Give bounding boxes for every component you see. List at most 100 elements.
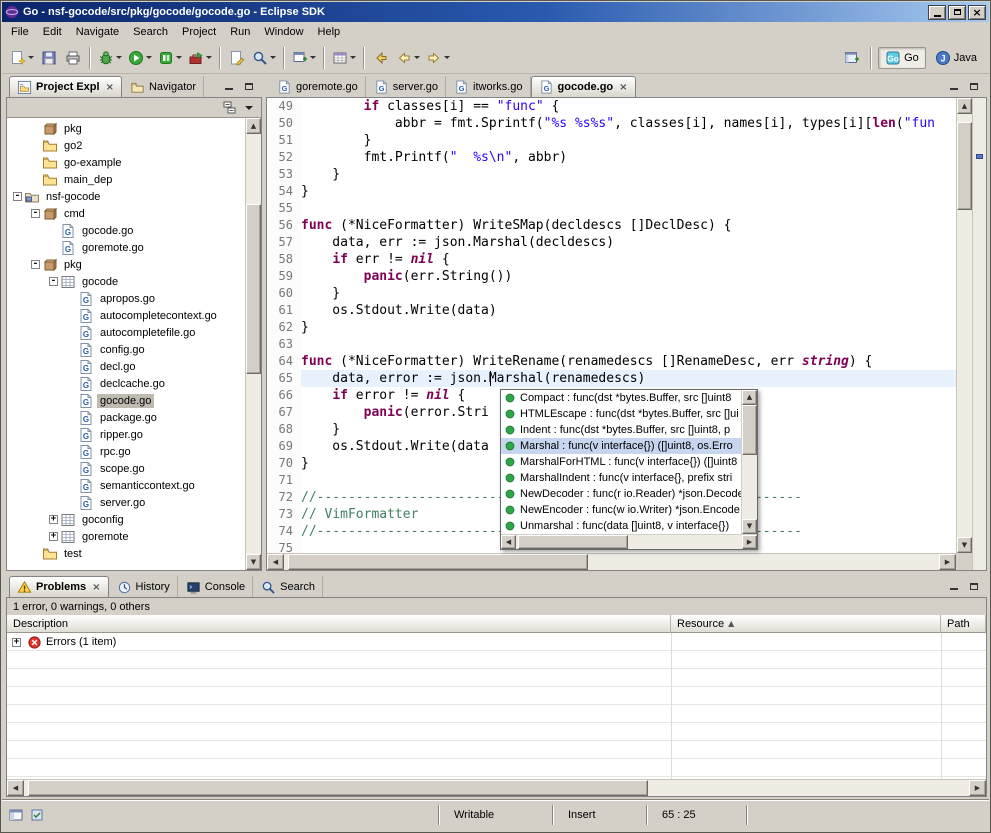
- scroll-thumb[interactable]: [288, 554, 588, 570]
- problems-row[interactable]: +Errors (1 item): [7, 633, 986, 651]
- perspective-java-button[interactable]: JJava: [928, 47, 984, 69]
- collapse-icon[interactable]: -: [31, 209, 40, 218]
- scroll-right-icon[interactable]: ▶: [742, 535, 757, 549]
- tree-item-apropos-go[interactable]: Gapropos.go: [7, 290, 245, 307]
- tree-item-package-go[interactable]: Gpackage.go: [7, 409, 245, 426]
- menu-file[interactable]: File: [4, 23, 36, 41]
- tree-item-pkg[interactable]: -pkg: [7, 256, 245, 273]
- tree-item-go-example[interactable]: go-example: [7, 154, 245, 171]
- tree-item-go2[interactable]: go2: [7, 137, 245, 154]
- column-header-path[interactable]: Path: [941, 615, 986, 633]
- restore-button[interactable]: [948, 5, 966, 20]
- tree-item-config-go[interactable]: Gconfig.go: [7, 341, 245, 358]
- menu-run[interactable]: Run: [223, 23, 257, 41]
- collapse-icon[interactable]: -: [49, 277, 58, 286]
- tree-item-declcache-go[interactable]: Gdeclcache.go: [7, 375, 245, 392]
- tree-item-server-go[interactable]: Gserver.go: [7, 494, 245, 511]
- tree-item-autocompletefile-go[interactable]: Gautocompletefile.go: [7, 324, 245, 341]
- tree-item-rpc-go[interactable]: Grpc.go: [7, 443, 245, 460]
- run-button[interactable]: [125, 46, 155, 70]
- new-wizard-button[interactable]: [7, 46, 37, 70]
- scroll-track[interactable]: [24, 780, 969, 796]
- open-task-button[interactable]: [289, 46, 319, 70]
- overview-ruler[interactable]: [972, 98, 986, 570]
- tree-item-gocode-go[interactable]: Ggocode.go: [7, 392, 245, 409]
- column-header-resource[interactable]: Resource▲: [671, 615, 941, 633]
- menu-help[interactable]: Help: [311, 23, 348, 41]
- view-tab-search[interactable]: Search: [253, 576, 323, 597]
- editor-tab-server-go[interactable]: Gserver.go: [366, 76, 446, 97]
- view-tab-problems[interactable]: Problems×: [9, 576, 109, 597]
- autocomplete-item-unmarshal[interactable]: Unmarshal : func(data []uint8, v interfa…: [501, 518, 741, 534]
- tree-item-test[interactable]: test: [7, 545, 245, 562]
- view-tab-console[interactable]: Console: [178, 576, 253, 597]
- save-button[interactable]: [37, 46, 61, 70]
- tree-item-scope-go[interactable]: Gscope.go: [7, 460, 245, 477]
- autocomplete-horizontal-scrollbar[interactable]: ◀ ▶: [501, 534, 757, 549]
- tree-item-goconfig[interactable]: +goconfig: [7, 511, 245, 528]
- tree-item-pkg[interactable]: pkg: [7, 120, 245, 137]
- scroll-up-icon[interactable]: ▲: [246, 118, 261, 134]
- scroll-right-icon[interactable]: ▶: [939, 554, 956, 570]
- scroll-track[interactable]: [516, 535, 742, 549]
- view-tab-navigator[interactable]: Navigator: [122, 76, 204, 97]
- autocomplete-item-marshalindent[interactable]: MarshalIndent : func(v interface{}, pref…: [501, 470, 741, 486]
- autocomplete-item-newencoder[interactable]: NewEncoder : func(w io.Writer) *json.Enc…: [501, 502, 741, 518]
- editor-tab-gocode-go[interactable]: Ggocode.go×: [531, 76, 636, 97]
- fast-view-icon[interactable]: [8, 807, 24, 823]
- maximize-editor-button[interactable]: [966, 79, 982, 93]
- expand-icon[interactable]: +: [49, 532, 58, 541]
- forward-button[interactable]: [423, 46, 453, 70]
- close-tab-icon[interactable]: ×: [619, 82, 627, 93]
- scroll-left-icon[interactable]: ◀: [501, 535, 516, 549]
- menu-window[interactable]: Window: [257, 23, 310, 41]
- tree-item-goremote[interactable]: +goremote: [7, 528, 245, 545]
- expand-icon[interactable]: +: [12, 638, 21, 647]
- minimize-button[interactable]: [928, 5, 946, 20]
- scroll-up-icon[interactable]: ▲: [957, 98, 972, 114]
- scroll-left-icon[interactable]: ◀: [267, 554, 284, 570]
- explorer-vertical-scrollbar[interactable]: ▲ ▼: [245, 118, 261, 570]
- scroll-down-icon[interactable]: ▼: [742, 519, 757, 534]
- scroll-right-icon[interactable]: ▶: [969, 780, 986, 796]
- scroll-track[interactable]: [742, 405, 757, 519]
- collapse-icon[interactable]: -: [13, 192, 22, 201]
- editor-horizontal-scrollbar[interactable]: ◀ ▶: [267, 553, 956, 570]
- menu-navigate[interactable]: Navigate: [69, 23, 126, 41]
- perspective-go-button[interactable]: GoGo: [878, 47, 926, 69]
- column-header-description[interactable]: Description: [7, 615, 671, 633]
- view-tab-project-expl[interactable]: Project Expl×: [9, 76, 122, 97]
- minimize-view-button[interactable]: [221, 79, 237, 93]
- tree-item-autocompletecontext-go[interactable]: Gautocompletecontext.go: [7, 307, 245, 324]
- tree-item-main-dep[interactable]: main_dep: [7, 171, 245, 188]
- task-indicator-icon[interactable]: [29, 807, 45, 823]
- back-button[interactable]: [393, 46, 423, 70]
- autocomplete-item-marshal[interactable]: Marshal : func(v interface{}) ([]uint8, …: [501, 438, 741, 454]
- external-tools-button[interactable]: [185, 46, 215, 70]
- editor-tab-goremote-go[interactable]: Ggoremote.go: [269, 76, 366, 97]
- scroll-thumb[interactable]: [28, 780, 648, 796]
- editor-vertical-scrollbar[interactable]: ▲ ▼: [956, 98, 972, 553]
- collapse-icon[interactable]: -: [31, 260, 40, 269]
- new-go-file-button[interactable]: [225, 46, 249, 70]
- maximize-view-button[interactable]: [241, 79, 257, 93]
- open-perspective-button[interactable]: [840, 46, 864, 70]
- scroll-down-icon[interactable]: ▼: [246, 554, 261, 570]
- scroll-down-icon[interactable]: ▼: [957, 537, 972, 553]
- view-menu-button[interactable]: [241, 101, 257, 115]
- print-button[interactable]: [61, 46, 85, 70]
- scroll-left-icon[interactable]: ◀: [7, 780, 24, 796]
- scroll-thumb[interactable]: [518, 535, 628, 549]
- close-tab-icon[interactable]: ×: [92, 582, 100, 593]
- maximize-problems-button[interactable]: [966, 579, 982, 593]
- search-button[interactable]: [249, 46, 279, 70]
- tree-item-ripper-go[interactable]: Gripper.go: [7, 426, 245, 443]
- collapse-all-icon[interactable]: [222, 100, 238, 116]
- close-button[interactable]: ×: [968, 5, 986, 20]
- scroll-thumb[interactable]: [957, 122, 972, 210]
- scroll-up-icon[interactable]: ▲: [742, 390, 757, 405]
- autocomplete-item-newdecoder[interactable]: NewDecoder : func(r io.Reader) *json.Dec…: [501, 486, 741, 502]
- tree-item-cmd[interactable]: -cmd: [7, 205, 245, 222]
- view-tab-history[interactable]: History: [109, 576, 178, 597]
- title-bar[interactable]: Go - nsf-gocode/src/pkg/gocode/gocode.go…: [2, 2, 989, 22]
